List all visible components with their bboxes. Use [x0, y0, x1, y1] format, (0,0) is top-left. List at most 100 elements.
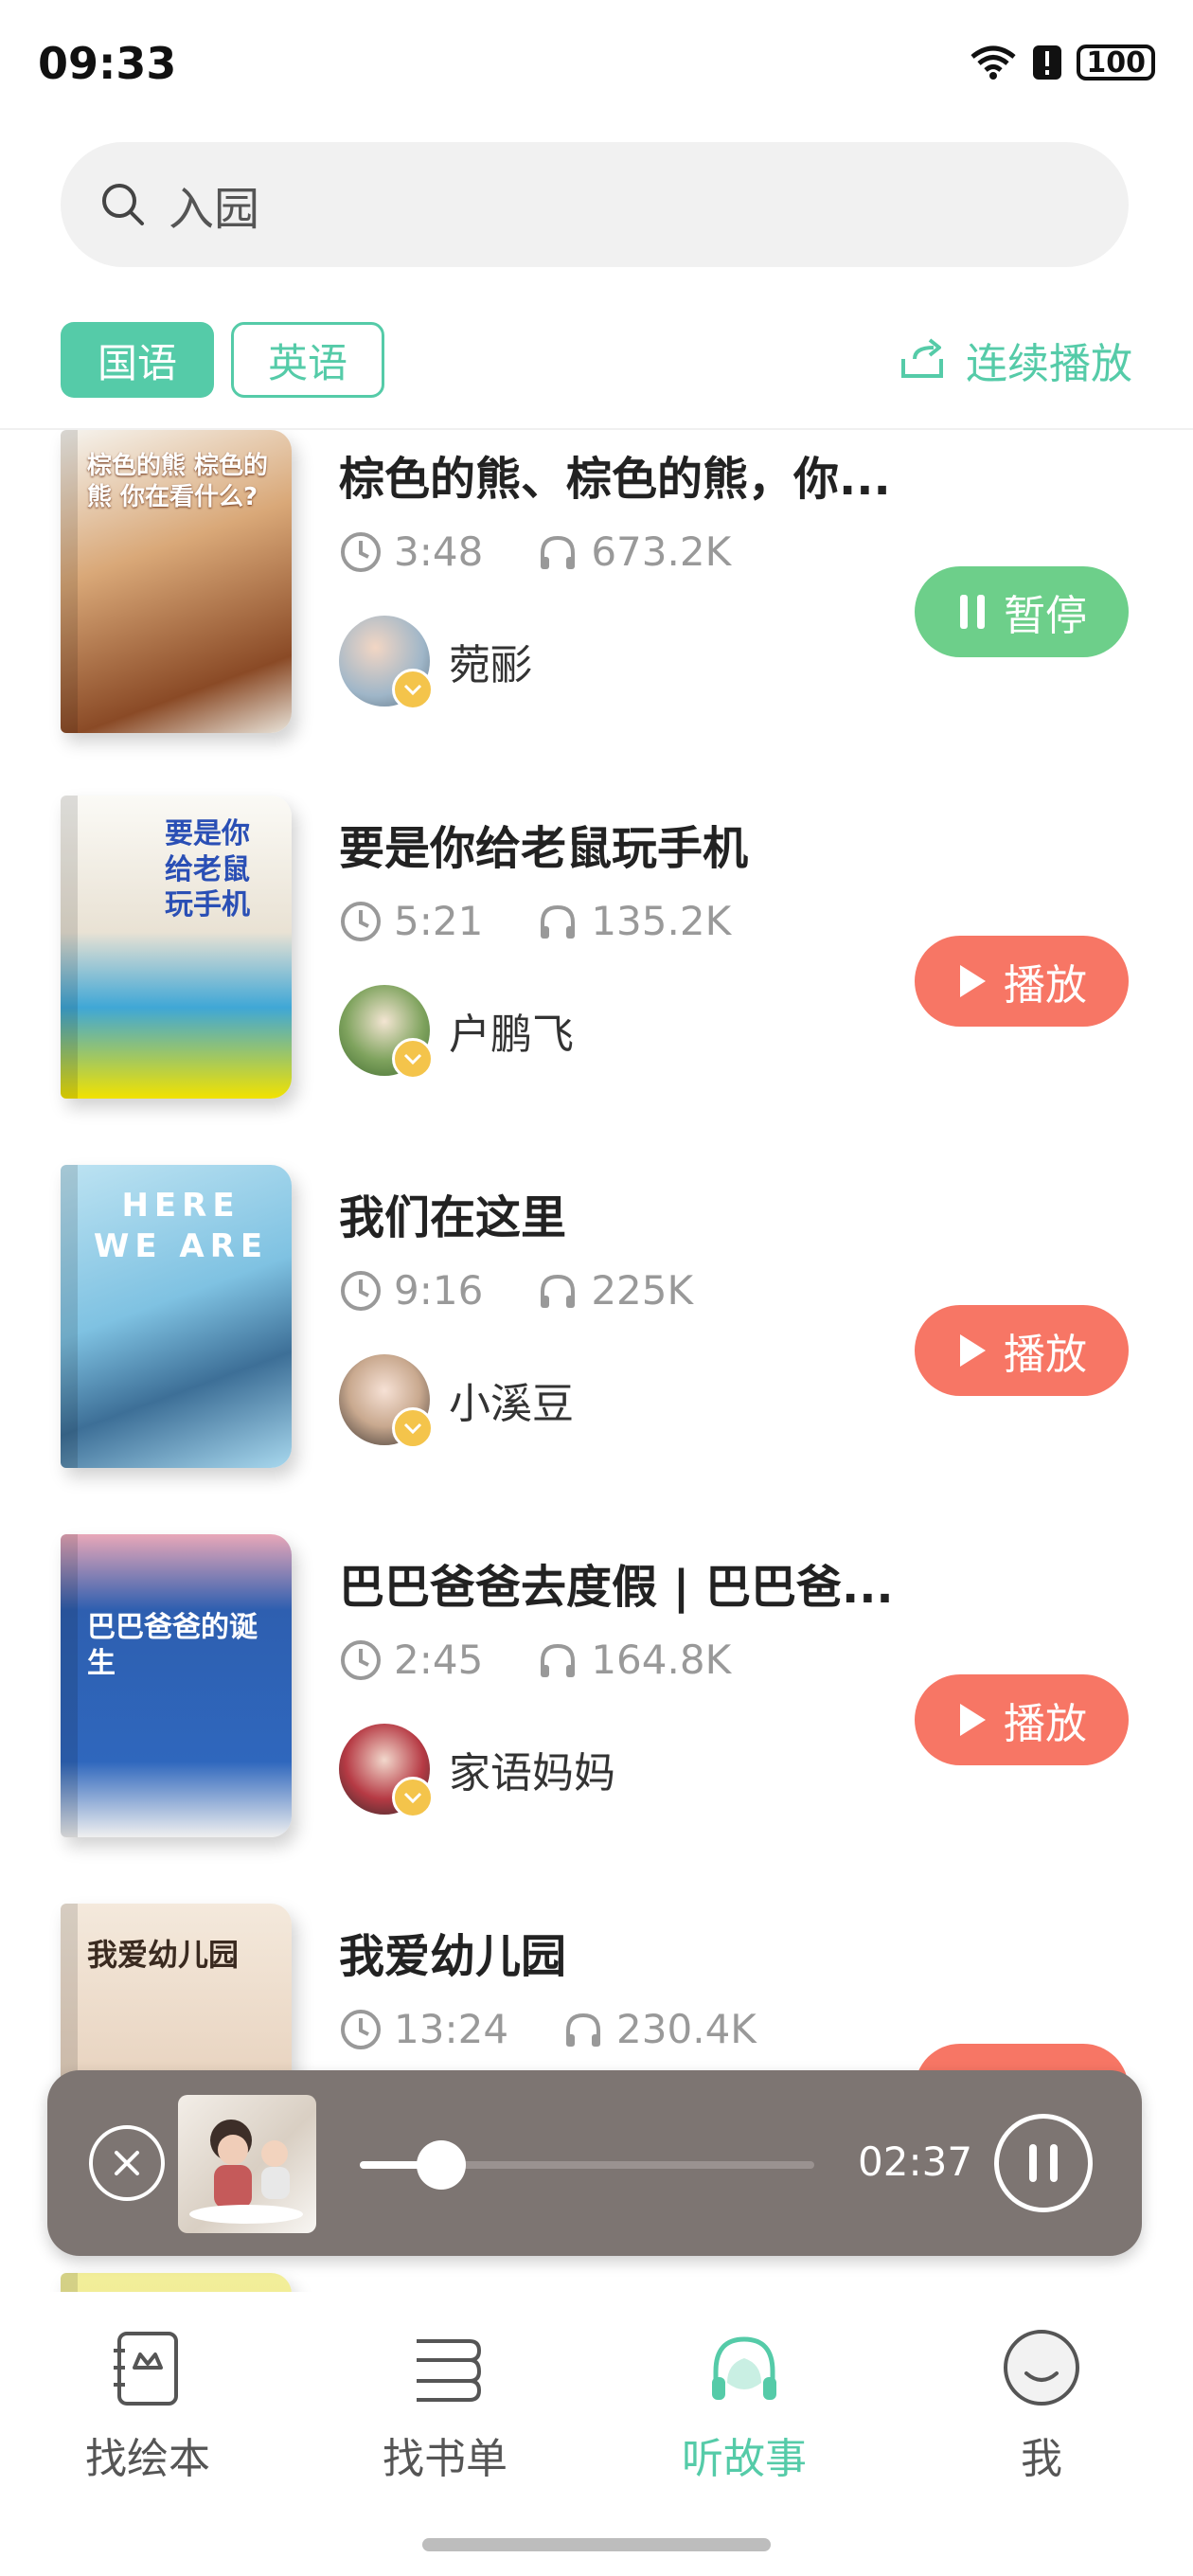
alert-icon — [1033, 45, 1062, 80]
avatar — [339, 616, 434, 710]
book-cover[interactable]: 巴巴爸爸的诞生 — [61, 1534, 292, 1837]
tab-find-picture-books[interactable]: 找绘本 — [34, 2326, 261, 2485]
cover-title: 我爱幼儿园 — [87, 1937, 240, 1973]
now-playing-thumbnail[interactable] — [178, 2095, 316, 2233]
status-bar: 09:33 100 — [0, 0, 1193, 133]
story-meta: 5:21 135.2K — [339, 898, 731, 944]
play-button[interactable]: 播放 — [915, 1305, 1129, 1396]
clock-icon — [341, 1639, 381, 1680]
home-indicator[interactable] — [422, 2538, 771, 2551]
continuous-play-label: 连续播放 — [966, 340, 1132, 388]
story-plays: 225K — [591, 1267, 694, 1314]
tab-label: 听故事 — [682, 2435, 807, 2483]
bottom-tab-bar: 找绘本 找书单 听故事 我 — [0, 2292, 1193, 2576]
list-item[interactable] — [0, 2273, 1193, 2292]
play-icon — [960, 1334, 986, 1367]
player-time: 02:37 — [858, 2138, 973, 2185]
story-plays: 135.2K — [591, 898, 732, 944]
story-list: 棕色的熊 棕色的熊 你在看什么? 棕色的熊、棕色的熊，你... 3:48 673… — [0, 430, 1193, 2292]
cover-title: 棕色的熊 棕色的熊 你在看什么? — [87, 452, 269, 511]
wifi-icon — [970, 45, 1016, 80]
pause-label: 暂停 — [1004, 592, 1087, 640]
play-label: 播放 — [1004, 1700, 1087, 1748]
play-label: 播放 — [1004, 1331, 1087, 1379]
story-meta: 2:45 164.8K — [339, 1637, 731, 1683]
headphones-icon — [541, 1274, 576, 1308]
book-cover[interactable]: HERE WE ARE — [61, 1165, 292, 1468]
book-cover[interactable]: 要是你给老鼠玩手机 — [61, 796, 292, 1099]
author-name: 户鹏飞 — [449, 1011, 574, 1059]
tab-label: 找书单 — [383, 2435, 507, 2483]
tab-find-booklists[interactable]: 找书单 — [331, 2326, 559, 2485]
tab-english[interactable]: 英语 — [231, 322, 384, 398]
profile-smile-icon — [1004, 2330, 1079, 2406]
headphones-icon — [566, 2012, 601, 2047]
author-name: 小溪豆 — [449, 1380, 574, 1428]
story-title[interactable]: 要是你给老鼠玩手机 — [339, 811, 945, 877]
story-title[interactable]: 巴巴爸爸去度假 | 巴巴爸... — [339, 1549, 945, 1616]
close-icon — [115, 2151, 139, 2175]
tab-profile[interactable]: 我 — [928, 2326, 1155, 2485]
search-icon — [102, 184, 144, 225]
headphones-icon — [541, 904, 576, 939]
repeat-arrow-icon — [901, 338, 943, 378]
play-label: 播放 — [1004, 961, 1087, 1010]
avatar — [339, 1724, 434, 1818]
story-plays: 673.2K — [591, 528, 732, 575]
avatar — [339, 1354, 434, 1449]
story-meta: 13:24 230.4K — [339, 2006, 757, 2052]
close-player-button[interactable] — [89, 2125, 165, 2201]
story-author[interactable]: 菀彨 — [339, 616, 532, 710]
story-author[interactable]: 家语妈妈 — [339, 1724, 615, 1818]
story-duration: 3:48 — [394, 528, 484, 575]
search-bar[interactable]: 入园 — [61, 142, 1129, 267]
clock-icon — [341, 2009, 381, 2049]
book-cover[interactable] — [61, 2273, 292, 2292]
book-cover[interactable]: 棕色的熊 棕色的熊 你在看什么? — [61, 430, 292, 733]
story-author[interactable]: 小溪豆 — [339, 1354, 574, 1449]
headphones-icon — [541, 535, 576, 569]
play-icon — [960, 965, 986, 997]
pause-icon — [960, 595, 985, 629]
headphones-icon — [712, 2336, 776, 2400]
story-title[interactable]: 我们在这里 — [339, 1180, 945, 1246]
pause-bar — [1050, 2144, 1058, 2182]
tab-label: 我 — [1021, 2435, 1062, 2483]
progress-slider[interactable] — [360, 2140, 814, 2190]
list-item[interactable]: 要是你给老鼠玩手机 要是你给老鼠玩手机 5:21 135.2K 户鹏飞 播放 — [0, 796, 1193, 1169]
author-name: 菀彨 — [449, 641, 532, 689]
cover-title: 巴巴爸爸的诞生 — [87, 1611, 258, 1680]
story-duration: 9:16 — [394, 1267, 484, 1314]
progress-knob[interactable] — [417, 2140, 467, 2190]
story-meta: 9:16 225K — [339, 1267, 693, 1314]
search-input[interactable]: 入园 — [169, 171, 259, 238]
clock-icon — [341, 901, 381, 941]
filter-row: 国语 英语 连续播放 — [61, 322, 1132, 398]
tab-mandarin[interactable]: 国语 — [61, 322, 214, 398]
headphones-icon — [541, 1643, 576, 1677]
story-title[interactable]: 棕色的熊、棕色的熊，你... — [339, 441, 945, 508]
story-author[interactable]: 户鹏飞 — [339, 985, 574, 1080]
play-button[interactable]: 播放 — [915, 1674, 1129, 1765]
clock-icon — [341, 1270, 381, 1311]
list-item[interactable]: 棕色的熊 棕色的熊 你在看什么? 棕色的熊、棕色的熊，你... 3:48 673… — [0, 430, 1193, 799]
list-item[interactable]: HERE WE ARE 我们在这里 9:16 225K 小溪豆 播放 — [0, 1165, 1193, 1538]
verified-badge-icon — [392, 1038, 434, 1080]
list-item[interactable]: 巴巴爸爸的诞生 巴巴爸爸去度假 | 巴巴爸... 2:45 164.8K 家语妈… — [0, 1534, 1193, 1907]
mini-player[interactable]: 02:37 — [47, 2070, 1142, 2256]
continuous-play-button[interactable]: 连续播放 — [896, 322, 1132, 398]
author-name: 家语妈妈 — [449, 1749, 615, 1798]
clock-icon — [341, 531, 381, 572]
picture-book-icon — [114, 2332, 178, 2406]
tab-listen-stories[interactable]: 听故事 — [631, 2326, 858, 2485]
story-plays: 164.8K — [591, 1637, 732, 1683]
tab-label: 找绘本 — [85, 2435, 210, 2483]
story-meta: 3:48 673.2K — [339, 528, 731, 575]
player-pause-button[interactable] — [994, 2114, 1093, 2212]
cover-title: 要是你给老鼠玩手机 — [165, 817, 250, 921]
story-plays: 230.4K — [616, 2006, 757, 2052]
story-title[interactable]: 我爱幼儿园 — [339, 1919, 945, 1985]
play-button[interactable]: 播放 — [915, 936, 1129, 1027]
cover-title: HERE WE ARE — [93, 1187, 269, 1265]
pause-button[interactable]: 暂停 — [915, 566, 1129, 657]
